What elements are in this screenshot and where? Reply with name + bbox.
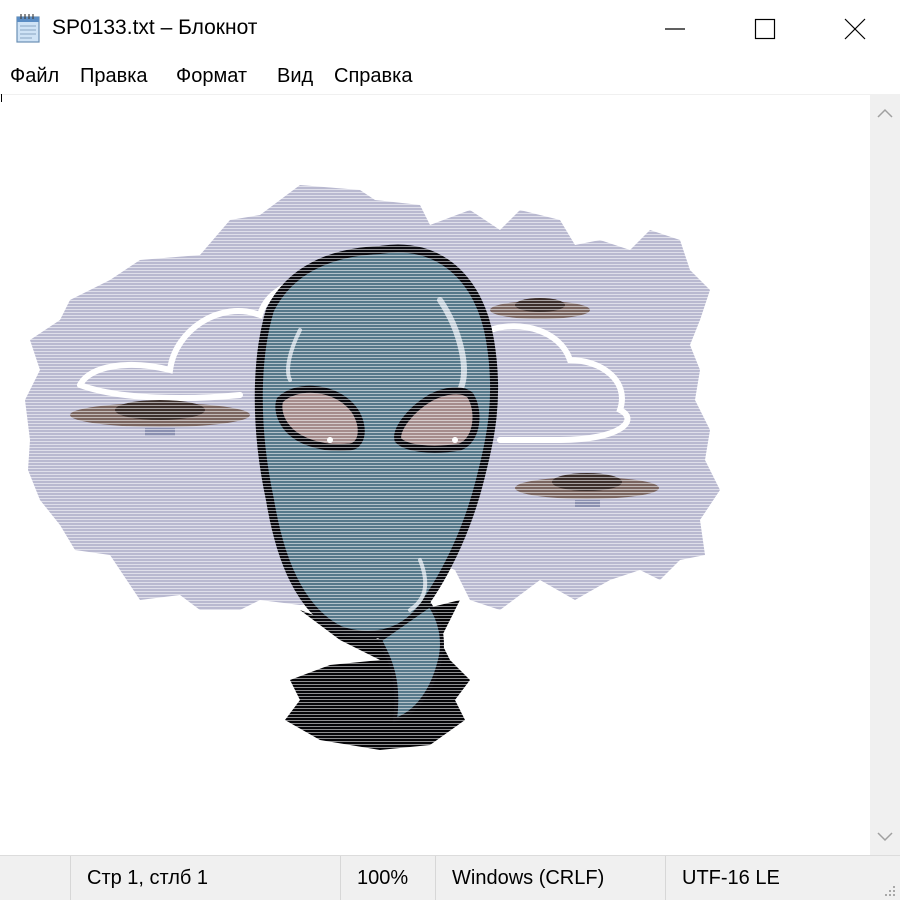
status-cursor-position: Стр 1, стлб 1 — [70, 856, 341, 900]
minimize-button[interactable] — [630, 0, 720, 58]
close-icon — [844, 18, 866, 40]
menu-file[interactable]: Файл — [10, 65, 59, 88]
chevron-up-icon — [877, 108, 893, 118]
status-bar: Стр 1, стлб 1 100% Windows (CRLF) UTF-16… — [0, 855, 900, 900]
status-position-label: Стр 1, стлб 1 — [87, 867, 209, 889]
resize-grip-icon[interactable] — [882, 883, 896, 897]
status-line-endings: Windows (CRLF) — [435, 856, 666, 900]
maximize-button[interactable] — [720, 0, 810, 58]
scroll-up-button[interactable] — [870, 95, 900, 131]
status-line-endings-label: Windows (CRLF) — [452, 867, 605, 889]
menu-help[interactable]: Справка — [334, 65, 412, 88]
status-zoom-label: 100% — [357, 867, 409, 889]
menu-view[interactable]: Вид — [277, 65, 313, 88]
text-caret — [1, 94, 2, 102]
notepad-icon — [16, 14, 40, 43]
menu-edit[interactable]: Правка — [80, 65, 148, 88]
status-encoding-label: UTF-16 LE — [682, 867, 780, 889]
title-bar[interactable]: SP0133.txt – Блокнот — [0, 0, 900, 60]
window-title: SP0133.txt – Блокнот — [52, 16, 258, 39]
text-editor[interactable] — [0, 95, 870, 855]
close-button[interactable] — [810, 0, 900, 58]
status-encoding: UTF-16 LE — [665, 856, 900, 900]
scroll-down-button[interactable] — [870, 819, 900, 855]
minimize-icon — [665, 28, 685, 30]
chevron-down-icon — [877, 832, 893, 842]
menu-bar: Файл Правка Формат Вид Справка — [0, 60, 900, 95]
status-zoom: 100% — [340, 856, 436, 900]
ascii-art-image — [0, 95, 870, 855]
menu-format[interactable]: Формат — [176, 65, 247, 88]
maximize-icon — [754, 18, 776, 40]
vertical-scrollbar[interactable] — [870, 95, 900, 855]
notepad-window: SP0133.txt – Блокнот Файл Правка Формат … — [0, 0, 900, 900]
